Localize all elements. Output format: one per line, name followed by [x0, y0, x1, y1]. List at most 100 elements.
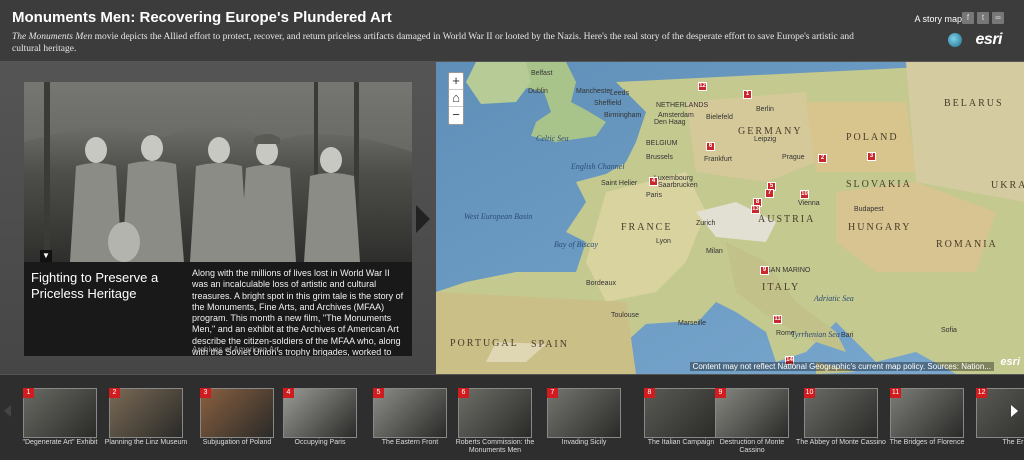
city-label: Marseille: [678, 320, 707, 327]
map-view[interactable]: + ⌂ − FRANCE GERMANY POLAND BELARUS SPAIN ITA…: [436, 62, 1024, 374]
city-label: Lyon: [656, 238, 671, 245]
thumbnail-image: [373, 388, 447, 438]
thumb-label: "Degenerate Art" Exhibit: [22, 439, 98, 446]
filmstrip-item[interactable]: 6 Roberts Commission: the Monuments Men: [456, 388, 534, 460]
thumbnail-image: [644, 388, 718, 438]
next-arrow-icon[interactable]: [416, 205, 430, 233]
thumbnail-image: [23, 388, 97, 438]
collapse-caption-button[interactable]: ▼: [40, 250, 52, 262]
facebook-icon[interactable]: f: [962, 12, 974, 24]
map-marker[interactable]: 11: [773, 315, 782, 324]
city-label: NETHERLANDS: [656, 102, 709, 109]
map-esri-logo: esri: [1000, 356, 1020, 368]
city-label: Sheffield: [594, 100, 622, 107]
twitter-icon[interactable]: t: [977, 12, 989, 24]
story-map-link[interactable]: A story map: [914, 14, 962, 24]
esri-globe-icon: [948, 33, 962, 47]
country-label: ITALY: [762, 282, 801, 293]
filmstrip-item[interactable]: 2 Planning the Linz Museum: [105, 388, 187, 460]
map-marker[interactable]: 9: [760, 266, 769, 275]
city-label: Budapest: [854, 206, 884, 213]
filmstrip-item[interactable]: 9 Destruction of Monte Cassino: [715, 388, 789, 460]
city-label: Luxembourg: [654, 175, 693, 182]
filmstrip-next-icon[interactable]: [1011, 405, 1018, 417]
thumb-number-badge: 11: [890, 388, 901, 398]
thumb-label: Invading Sicily: [561, 439, 607, 446]
map-marker[interactable]: 7: [765, 189, 774, 198]
city-label: Prague: [782, 154, 805, 161]
city-label: Manchester: [576, 88, 613, 95]
thumb-label: Roberts Commission: the Monuments Men: [455, 439, 535, 454]
sea-label: Tyrrhenian Sea: [791, 330, 840, 339]
esri-logo[interactable]: esri: [976, 31, 1003, 49]
filmstrip-prev-icon[interactable]: [4, 405, 11, 417]
main-photo: ▼ Fighting to Preserve a Priceless Herit…: [24, 82, 412, 356]
city-label: Zurich: [696, 220, 716, 227]
country-label: BELARUS: [944, 98, 1004, 109]
thumbnail-image: [890, 388, 964, 438]
thumb-number-badge: 1: [23, 388, 34, 398]
country-label: ROMANIA: [936, 239, 998, 250]
filmstrip-item[interactable]: 5 The Eastern Front: [373, 388, 447, 460]
filmstrip-item[interactable]: 7 Invading Sicily: [547, 388, 621, 460]
filmstrip-item[interactable]: 1 "Degenerate Art" Exhibit: [22, 388, 98, 460]
city-label: Berlin: [756, 106, 774, 113]
zoom-out-button[interactable]: −: [449, 107, 463, 124]
caption-title: Fighting to Preserve a Priceless Heritag…: [31, 270, 159, 301]
city-label: Den Haag: [654, 119, 686, 126]
thumb-number-badge: 3: [200, 388, 211, 398]
city-label: Frankfurt: [704, 156, 733, 163]
story-map-app: Monuments Men: Recovering Europe's Plund…: [0, 0, 1024, 460]
sea-label: Celtic Sea: [536, 134, 569, 143]
country-label: POLAND: [846, 132, 899, 143]
thumb-label: The Eastern Front: [381, 439, 439, 446]
filmstrip-item[interactable]: 11 The Bridges of Florence: [890, 388, 964, 460]
thumbnail-image: [804, 388, 878, 438]
country-label: SPAIN: [531, 339, 569, 350]
city-label: Bordeaux: [586, 280, 616, 287]
map-marker[interactable]: 13: [751, 205, 760, 214]
caption-text: Along with the millions of lives lost in…: [192, 268, 404, 356]
thumb-label: Destruction of Monte Cassino: [719, 439, 785, 454]
city-label: Milan: [706, 248, 723, 255]
city-label: BELGIUM: [646, 140, 678, 147]
zoom-in-button[interactable]: +: [449, 73, 463, 90]
thumbnail-image: [109, 388, 183, 438]
filmstrip-item[interactable]: 3 Subjugation of Poland: [200, 388, 274, 460]
thumb-label: The Abbey of Monte Cassino: [796, 439, 886, 446]
thumb-label: The Er: [1002, 439, 1024, 446]
map-marker[interactable]: 3: [867, 152, 876, 161]
home-button[interactable]: ⌂: [449, 90, 463, 107]
thumbnail-image: [283, 388, 357, 438]
filmstrip-item[interactable]: 10 The Abbey of Monte Cassino: [796, 388, 886, 460]
city-label: Dublin: [528, 88, 548, 95]
map-marker[interactable]: 2: [818, 154, 827, 163]
caption-panel: Fighting to Preserve a Priceless Heritag…: [24, 262, 412, 356]
photo-credit: Archives of American Art: [192, 345, 280, 354]
city-label: Rome: [776, 330, 795, 337]
zoom-controls: + ⌂ −: [448, 72, 464, 125]
filmstrip-item[interactable]: 4 Occupying Paris: [283, 388, 357, 460]
link-icon[interactable]: ∞: [992, 12, 1004, 24]
city-label: Leeds: [610, 90, 630, 97]
filmstrip-item[interactable]: 12 The Er: [976, 388, 1024, 460]
map-marker[interactable]: 4: [649, 177, 658, 186]
city-label: Bielefeld: [706, 114, 733, 121]
city-label: Bari: [841, 332, 854, 339]
soldiers-photo: [24, 82, 412, 262]
thumb-number-badge: 7: [547, 388, 558, 398]
map-marker[interactable]: 10: [800, 190, 809, 199]
thumb-number-badge: 2: [109, 388, 120, 398]
city-label: Belfast: [531, 70, 553, 77]
sea-label: Adriatic Sea: [814, 294, 854, 303]
filmstrip: 1 "Degenerate Art" Exhibit 2 Planning the L…: [0, 374, 1024, 460]
country-label: FRANCE: [621, 222, 673, 233]
thumbnail-image: [458, 388, 532, 438]
map-marker[interactable]: 6: [706, 142, 715, 151]
thumb-number-badge: 5: [373, 388, 384, 398]
page-title: Monuments Men: Recovering Europe's Plund…: [12, 9, 392, 26]
map-marker[interactable]: 12: [698, 82, 707, 91]
sea-label: English Channel: [571, 162, 625, 171]
map-marker[interactable]: 1: [743, 90, 752, 99]
thumbnail-image: [715, 388, 789, 438]
